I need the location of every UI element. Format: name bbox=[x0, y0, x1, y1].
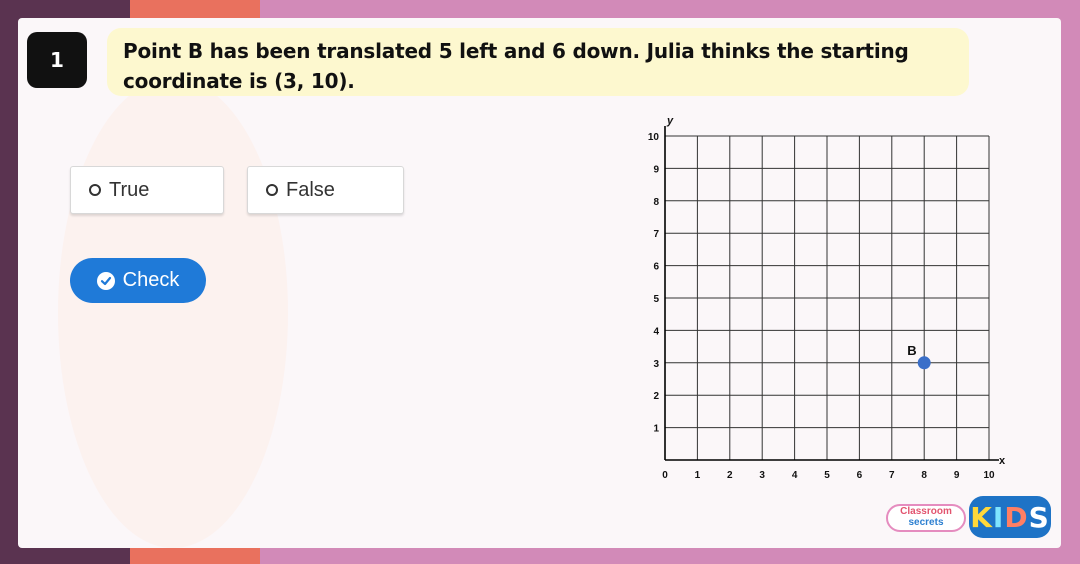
x-tick-label: 4 bbox=[792, 470, 798, 481]
classroom-secrets-logo: Classroom secrets bbox=[886, 504, 966, 532]
y-tick-label: 2 bbox=[653, 391, 659, 402]
option-true-label: True bbox=[109, 178, 150, 201]
y-tick-label: 6 bbox=[653, 262, 659, 273]
question-text-line2: coordinate is (3, 10). bbox=[123, 69, 355, 93]
radio-empty-icon bbox=[89, 184, 101, 196]
x-axis-label: x bbox=[999, 455, 1006, 467]
check-circle-icon bbox=[96, 271, 115, 290]
check-button-label: Check bbox=[122, 269, 180, 291]
y-tick-label: 9 bbox=[653, 164, 659, 175]
x-tick-label: 9 bbox=[954, 470, 960, 481]
x-tick-label: 10 bbox=[983, 470, 995, 481]
y-axis-label: y bbox=[666, 115, 674, 127]
y-tick-label: 3 bbox=[653, 359, 659, 370]
x-tick-label: 5 bbox=[824, 470, 830, 481]
y-tick-label: 8 bbox=[653, 197, 659, 208]
y-tick-label: 5 bbox=[653, 294, 659, 305]
point-b bbox=[917, 356, 931, 370]
x-tick-label: 8 bbox=[921, 470, 927, 481]
x-tick-label: 6 bbox=[857, 470, 863, 481]
x-tick-label: 7 bbox=[889, 470, 895, 481]
y-tick-label: 4 bbox=[653, 326, 659, 337]
option-false-label: False bbox=[286, 178, 335, 201]
y-tick-label: 1 bbox=[653, 424, 659, 435]
y-tick-label: 7 bbox=[653, 229, 659, 240]
x-tick-label: 1 bbox=[695, 470, 701, 481]
background-decoration bbox=[58, 78, 288, 548]
y-tick-label: 10 bbox=[648, 132, 660, 143]
question-text: Point B has been translated 5 left and 6… bbox=[107, 28, 969, 96]
classroom-secrets-kids-logo: Classroom secrets K I D S bbox=[886, 496, 1056, 540]
x-tick-label: 0 bbox=[662, 470, 668, 481]
question-card: 1 Point B has been translated 5 left and… bbox=[18, 18, 1061, 548]
radio-empty-icon bbox=[266, 184, 278, 196]
question-text-line1: Point B has been translated 5 left and 6… bbox=[123, 39, 909, 63]
option-false[interactable]: False bbox=[247, 166, 404, 214]
option-true[interactable]: True bbox=[70, 166, 224, 214]
kids-logo: K I D S bbox=[969, 496, 1051, 538]
x-tick-label: 2 bbox=[727, 470, 733, 481]
coordinate-grid: x y 0 1 2 3 4 5 6 7 8 9 10 1 2 3 4 5 6 7 8 9 10 B bbox=[648, 115, 1006, 481]
question-number: 1 bbox=[27, 32, 87, 88]
check-button[interactable]: Check bbox=[70, 258, 206, 303]
x-tick-label: 3 bbox=[759, 470, 765, 481]
point-b-label: B bbox=[907, 343, 916, 358]
